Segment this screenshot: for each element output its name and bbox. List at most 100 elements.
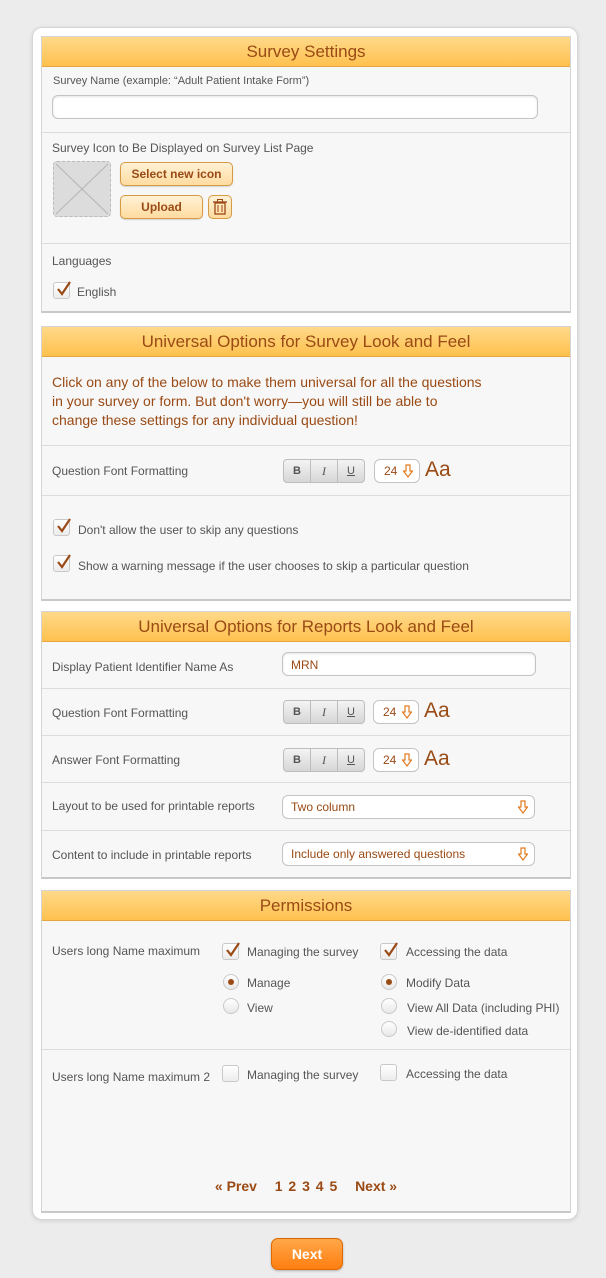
survey-name-row: Survey Name (example: “Adult Patient Int… xyxy=(42,67,570,132)
answer-format-buttons: B I U xyxy=(283,748,365,772)
view-radio-label: View xyxy=(247,1001,273,1015)
font-sample: Aa xyxy=(425,458,451,481)
no-skip-label: Don't allow the user to skip any questio… xyxy=(78,523,299,537)
accessing-data-checkbox[interactable] xyxy=(380,942,398,960)
view-all-data-label: View All Data (including PHI) xyxy=(407,1001,560,1015)
patient-id-input[interactable]: MRN xyxy=(282,652,536,676)
english-checkbox[interactable] xyxy=(53,281,71,299)
layout-label: Layout to be used for printable reports xyxy=(52,799,255,813)
languages-row: Languages English xyxy=(42,243,570,313)
skip-warning-label: Show a warning message if the user choos… xyxy=(78,559,469,573)
prev-page-link[interactable]: « Prev xyxy=(215,1178,257,1194)
permission-user-row: Users long Name maximum Managing the sur… xyxy=(42,921,570,1049)
managing-survey-checkbox[interactable] xyxy=(222,942,240,960)
survey-question-format-buttons: B I U xyxy=(283,459,365,483)
font-size-value: 24 xyxy=(383,705,397,719)
modify-data-radio[interactable] xyxy=(381,974,397,990)
checkmark-icon xyxy=(226,942,240,957)
accessing-data-label: Accessing the data xyxy=(406,1067,508,1081)
italic-button[interactable]: I xyxy=(310,700,338,724)
select-new-icon-button[interactable]: Select new icon xyxy=(120,162,233,186)
accessing-data-checkbox[interactable] xyxy=(380,1064,397,1081)
upload-button[interactable]: Upload xyxy=(120,195,203,219)
checkmark-icon xyxy=(384,942,398,957)
delete-icon-button[interactable] xyxy=(208,195,232,219)
reports-look-header: Universal Options for Reports Look and F… xyxy=(42,612,570,642)
report-question-font-size-select[interactable]: 24 xyxy=(373,700,419,724)
font-sample: Aa xyxy=(424,747,450,770)
down-arrow-icon xyxy=(402,753,412,767)
report-question-font-row: Question Font Formatting B I U 24 Aa xyxy=(42,688,570,735)
italic-button[interactable]: I xyxy=(310,459,338,483)
survey-icon-label: Survey Icon to Be Displayed on Survey Li… xyxy=(52,141,314,155)
next-button[interactable]: Next xyxy=(271,1238,343,1270)
layout-select-value: Two column xyxy=(291,800,356,814)
content-select[interactable]: Include only answered questions xyxy=(282,842,535,866)
page-link[interactable]: 2 xyxy=(288,1178,296,1194)
page-link[interactable]: 3 xyxy=(302,1178,310,1194)
underline-button[interactable]: U xyxy=(337,748,365,772)
survey-settings-header: Survey Settings xyxy=(42,37,570,67)
font-sample: Aa xyxy=(424,699,450,722)
content-row: Content to include in printable reports … xyxy=(42,830,570,878)
survey-icon-placeholder xyxy=(53,161,111,217)
report-question-format-buttons: B I U xyxy=(283,700,365,724)
survey-look-intro-row: Click on any of the below to make them u… xyxy=(42,357,570,445)
permission-user-row-2: Users long Name maximum 2 Managing the s… xyxy=(42,1049,570,1212)
underline-button[interactable]: U xyxy=(337,459,365,483)
permissions-header: Permissions xyxy=(42,891,570,921)
managing-survey-label: Managing the survey xyxy=(247,1068,359,1082)
view-radio[interactable] xyxy=(223,998,239,1014)
survey-name-label: Survey Name (example: “Adult Patient Int… xyxy=(53,75,310,87)
view-all-data-radio[interactable] xyxy=(381,998,397,1014)
user-name-label: Users long Name maximum xyxy=(52,944,201,958)
view-deidentified-label: View de-identified data xyxy=(407,1024,529,1038)
survey-icon-row: Survey Icon to Be Displayed on Survey Li… xyxy=(42,132,570,243)
survey-settings-section: Survey Settings Survey Name (example: “A… xyxy=(41,36,571,313)
bold-button[interactable]: B xyxy=(283,748,311,772)
survey-question-font-size-select[interactable]: 24 xyxy=(374,459,420,483)
report-question-font-label: Question Font Formatting xyxy=(52,706,189,720)
modify-data-label: Modify Data xyxy=(406,976,471,990)
survey-question-font-label: Question Font Formatting xyxy=(52,464,189,478)
accessing-data-label: Accessing the data xyxy=(406,945,508,959)
pagination: « Prev 1 2 3 4 5 Next » xyxy=(42,1178,570,1194)
checkmark-icon xyxy=(57,554,71,569)
survey-name-input[interactable] xyxy=(52,95,538,119)
managing-survey-checkbox[interactable] xyxy=(222,1065,239,1082)
underline-button[interactable]: U xyxy=(337,700,365,724)
survey-look-header: Universal Options for Survey Look and Fe… xyxy=(42,327,570,357)
manage-radio[interactable] xyxy=(223,974,239,990)
page-link[interactable]: 5 xyxy=(329,1178,337,1194)
checkmark-icon xyxy=(57,518,71,533)
skip-options-row: Don't allow the user to skip any questio… xyxy=(42,495,570,600)
view-deidentified-radio[interactable] xyxy=(381,1021,397,1037)
content-select-value: Include only answered questions xyxy=(291,847,466,861)
survey-question-font-row: Question Font Formatting B I U 24 Aa xyxy=(42,445,570,495)
layout-row: Layout to be used for printable reports … xyxy=(42,782,570,830)
down-arrow-icon xyxy=(402,705,412,719)
italic-button[interactable]: I xyxy=(310,748,338,772)
user-name-label: Users long Name maximum 2 xyxy=(52,1070,211,1084)
font-size-value: 24 xyxy=(383,753,397,767)
answer-font-label: Answer Font Formatting xyxy=(52,753,181,767)
manage-radio-label: Manage xyxy=(247,976,291,990)
layout-select[interactable]: Two column xyxy=(282,795,535,819)
survey-look-intro: Click on any of the below to make them u… xyxy=(52,374,482,428)
reports-look-section: Universal Options for Reports Look and F… xyxy=(41,611,571,879)
font-size-value: 24 xyxy=(384,464,398,478)
patient-id-row: Display Patient Identifier Name As MRN xyxy=(42,642,570,688)
content-label: Content to include in printable reports xyxy=(52,848,252,862)
bold-button[interactable]: B xyxy=(283,700,311,724)
main-card: Survey Settings Survey Name (example: “A… xyxy=(32,27,578,1220)
trash-icon xyxy=(213,199,227,215)
no-skip-checkbox[interactable] xyxy=(53,518,71,536)
next-page-link[interactable]: Next » xyxy=(355,1178,397,1194)
answer-font-row: Answer Font Formatting B I U 24 Aa xyxy=(42,735,570,782)
page-link[interactable]: 1 xyxy=(275,1178,283,1194)
page-link[interactable]: 4 xyxy=(316,1178,324,1194)
survey-look-section: Universal Options for Survey Look and Fe… xyxy=(41,326,571,601)
skip-warning-checkbox[interactable] xyxy=(53,554,71,572)
answer-font-size-select[interactable]: 24 xyxy=(373,748,419,772)
bold-button[interactable]: B xyxy=(283,459,311,483)
